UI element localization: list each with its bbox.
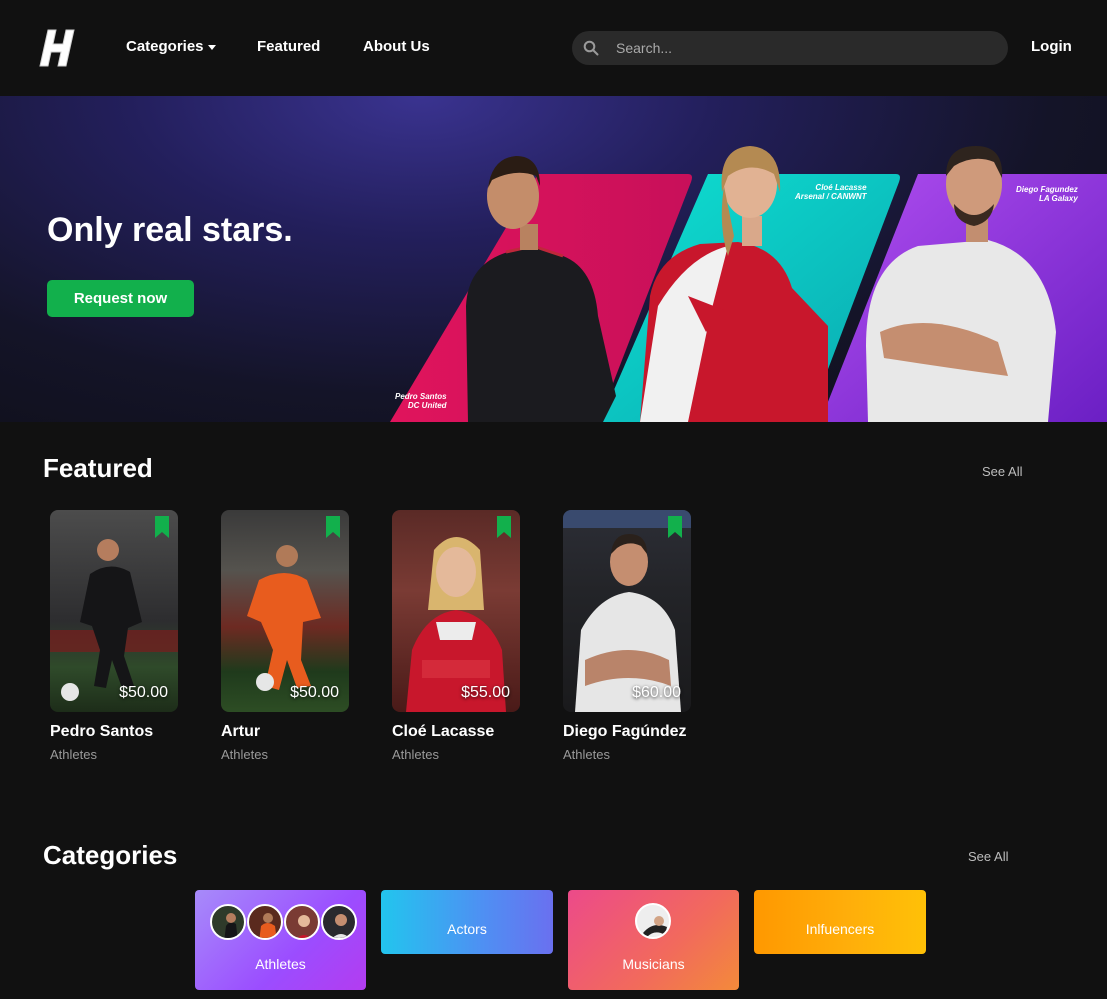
athlete-photo [247, 545, 321, 691]
card-price: $50.00 [290, 684, 339, 701]
card-name: Cloé Lacasse [392, 723, 495, 740]
category-label: Musicians [622, 956, 685, 972]
top-navbar: Categories Featured About Us Login [0, 0, 1107, 96]
athlete-photo [563, 510, 691, 712]
featured-card[interactable]: $50.00 Pedro Santos Athletes [50, 510, 178, 768]
category-tile-influencers[interactable]: Inlfuencers [754, 890, 926, 954]
category-tile-actors[interactable]: Actors [381, 890, 553, 954]
chevron-down-icon [207, 44, 216, 50]
avatar [321, 904, 357, 940]
search-bar[interactable] [572, 31, 1008, 65]
hero-caption-pedro: Pedro Santos DC United [395, 392, 447, 410]
search-input[interactable] [616, 31, 996, 65]
bookmark-icon[interactable] [497, 516, 511, 538]
card-category: Athletes [50, 747, 97, 762]
hero-caption-diego: Diego Fagundez LA Galaxy [1016, 185, 1078, 203]
athlete-photo [50, 539, 178, 701]
search-icon [583, 40, 599, 56]
nav-about-link[interactable]: About Us [363, 38, 430, 55]
card-name: Artur [221, 723, 261, 740]
category-tile-musicians[interactable]: Musicians [568, 890, 739, 990]
hero-banner: Only real stars. Request now Pedro Santo… [0, 96, 1107, 422]
categories-see-all-link[interactable]: See All [968, 849, 1008, 864]
featured-card[interactable]: $55.00 Cloé Lacasse Athletes [392, 510, 520, 768]
avatar [284, 904, 320, 940]
card-price: $50.00 [119, 684, 168, 701]
musician-avatar [635, 903, 671, 939]
card-price: $55.00 [461, 684, 510, 701]
hero-headline: Only real stars. [47, 211, 293, 249]
featured-title: Featured [43, 453, 153, 483]
card-category: Athletes [221, 747, 268, 762]
nav-featured-link[interactable]: Featured [257, 38, 320, 55]
avatar [210, 904, 246, 940]
category-label: Athletes [255, 956, 306, 972]
card-photo: $55.00 [392, 510, 520, 712]
hero-caption-cloe: Cloé Lacasse Arsenal / CANWNT [795, 183, 867, 201]
athlete-photo [406, 537, 506, 712]
nav-categories-dropdown[interactable]: Categories [126, 38, 216, 55]
bookmark-icon[interactable] [668, 516, 682, 538]
bookmark-icon[interactable] [155, 516, 169, 538]
card-category: Athletes [392, 747, 439, 762]
card-category: Athletes [563, 747, 610, 762]
featured-card[interactable]: $50.00 Artur Athletes [221, 510, 349, 768]
bookmark-icon[interactable] [326, 516, 340, 538]
avatar [247, 904, 283, 940]
request-now-button[interactable]: Request now [47, 280, 194, 317]
brand-logo[interactable] [38, 28, 80, 68]
card-photo: $50.00 [221, 510, 349, 712]
card-price: $60.00 [632, 684, 681, 701]
card-photo: $60.00 [563, 510, 691, 712]
card-name: Diego Fagúndez [563, 723, 687, 740]
card-name: Pedro Santos [50, 723, 154, 740]
card-photo: $50.00 [50, 510, 178, 712]
featured-see-all-link[interactable]: See All [982, 464, 1022, 479]
login-link[interactable]: Login [1031, 38, 1072, 55]
hero-players-image [390, 146, 1107, 422]
category-label: Inlfuencers [805, 921, 875, 937]
category-tile-athletes[interactable]: Athletes [195, 890, 366, 990]
nav-categories-label: Categories [126, 38, 204, 55]
category-label: Actors [447, 921, 487, 937]
categories-title: Categories [43, 840, 178, 870]
featured-card[interactable]: $60.00 Diego Fagúndez Athletes [563, 510, 691, 768]
